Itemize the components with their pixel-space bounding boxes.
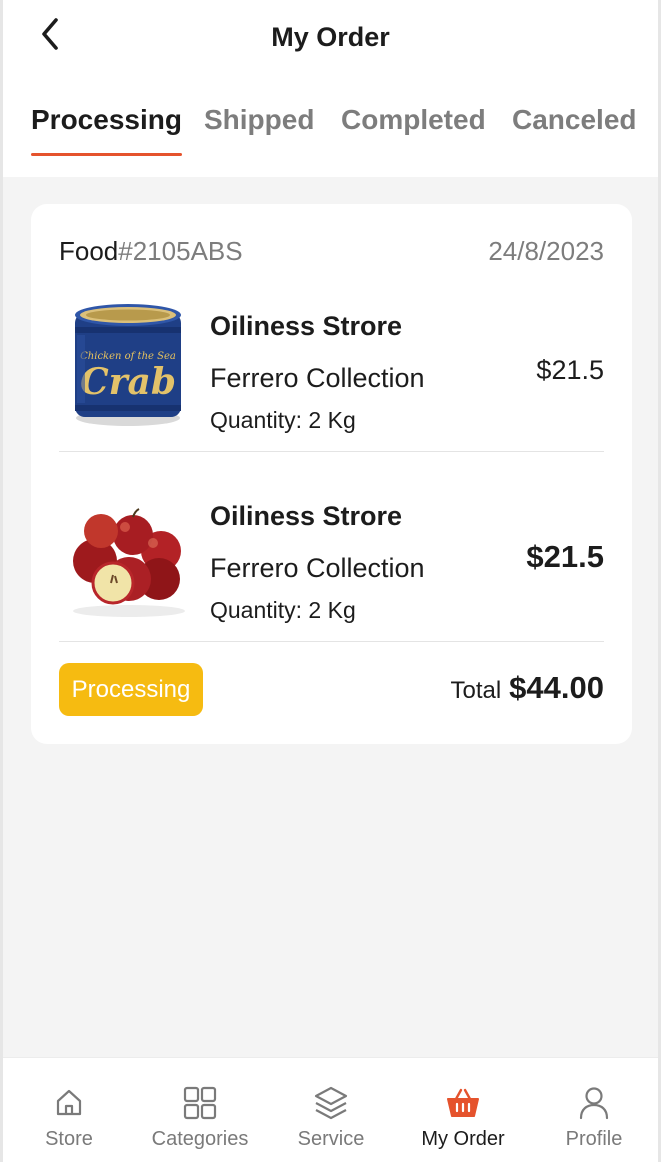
nav-label: Store [45, 1128, 93, 1150]
bottom-navigation: Store Categories Service My Order Profil… [0, 1057, 661, 1162]
item-divider [59, 451, 604, 452]
order-date: 24/8/2023 [488, 236, 604, 266]
order-item[interactable]: Oiliness Strore Ferrero Collection Quant… [31, 491, 632, 641]
total-value: $44.00 [509, 670, 604, 705]
nav-item-store[interactable]: Store [3, 1058, 135, 1162]
tab-canceled[interactable]: Canceled [512, 104, 637, 156]
order-id: Food#2105ABS [59, 236, 243, 267]
product-name: Ferrero Collection [210, 553, 425, 583]
nav-label: Categories [151, 1128, 249, 1150]
layers-icon [313, 1085, 349, 1121]
red-apples-image [73, 508, 185, 617]
nav-item-profile[interactable]: Profile [528, 1058, 660, 1162]
order-card[interactable]: Food#2105ABS 24/8/2023 Chicken of the Se… [31, 204, 632, 744]
home-icon [51, 1085, 87, 1121]
order-item[interactable]: Chicken of the Sea Crab Oiliness Strore … [31, 301, 632, 451]
status-badge: Processing [59, 663, 203, 716]
order-code: #2105ABS [118, 236, 243, 266]
nav-item-my-order[interactable]: My Order [397, 1058, 529, 1162]
order-category: Food [59, 236, 119, 266]
nav-label: My Order [421, 1128, 505, 1150]
nav-item-categories[interactable]: Categories [134, 1058, 266, 1162]
item-divider [59, 641, 604, 642]
item-price: $21.5 [536, 355, 604, 385]
crab-can-image: Chicken of the Sea Crab [75, 304, 181, 426]
nav-label: Profile [565, 1128, 623, 1150]
tab-processing[interactable]: Processing [31, 104, 182, 156]
store-name: Oiliness Strore [210, 501, 403, 531]
app-header: My Order Processing Shipped Completed Ca… [0, 0, 661, 177]
product-name: Ferrero Collection [210, 363, 425, 393]
item-quantity: Quantity: 2 Kg [210, 597, 356, 623]
order-status-tabs: Processing Shipped Completed Canceled [0, 104, 661, 156]
user-icon [576, 1085, 612, 1121]
item-price: $21.5 [526, 539, 604, 574]
basket-icon [445, 1085, 481, 1121]
total-label: Total [450, 677, 502, 704]
tab-completed[interactable]: Completed [341, 104, 486, 156]
store-name: Oiliness Strore [210, 311, 403, 341]
tab-shipped[interactable]: Shipped [204, 104, 314, 156]
nav-label: Service [297, 1128, 365, 1150]
order-total: Total $44.00 [450, 670, 604, 706]
grid-icon [182, 1085, 218, 1121]
nav-item-service[interactable]: Service [265, 1058, 397, 1162]
item-quantity: Quantity: 2 Kg [210, 407, 356, 433]
svg-text:Crab: Crab [80, 361, 176, 403]
page-title: My Order [271, 22, 390, 52]
